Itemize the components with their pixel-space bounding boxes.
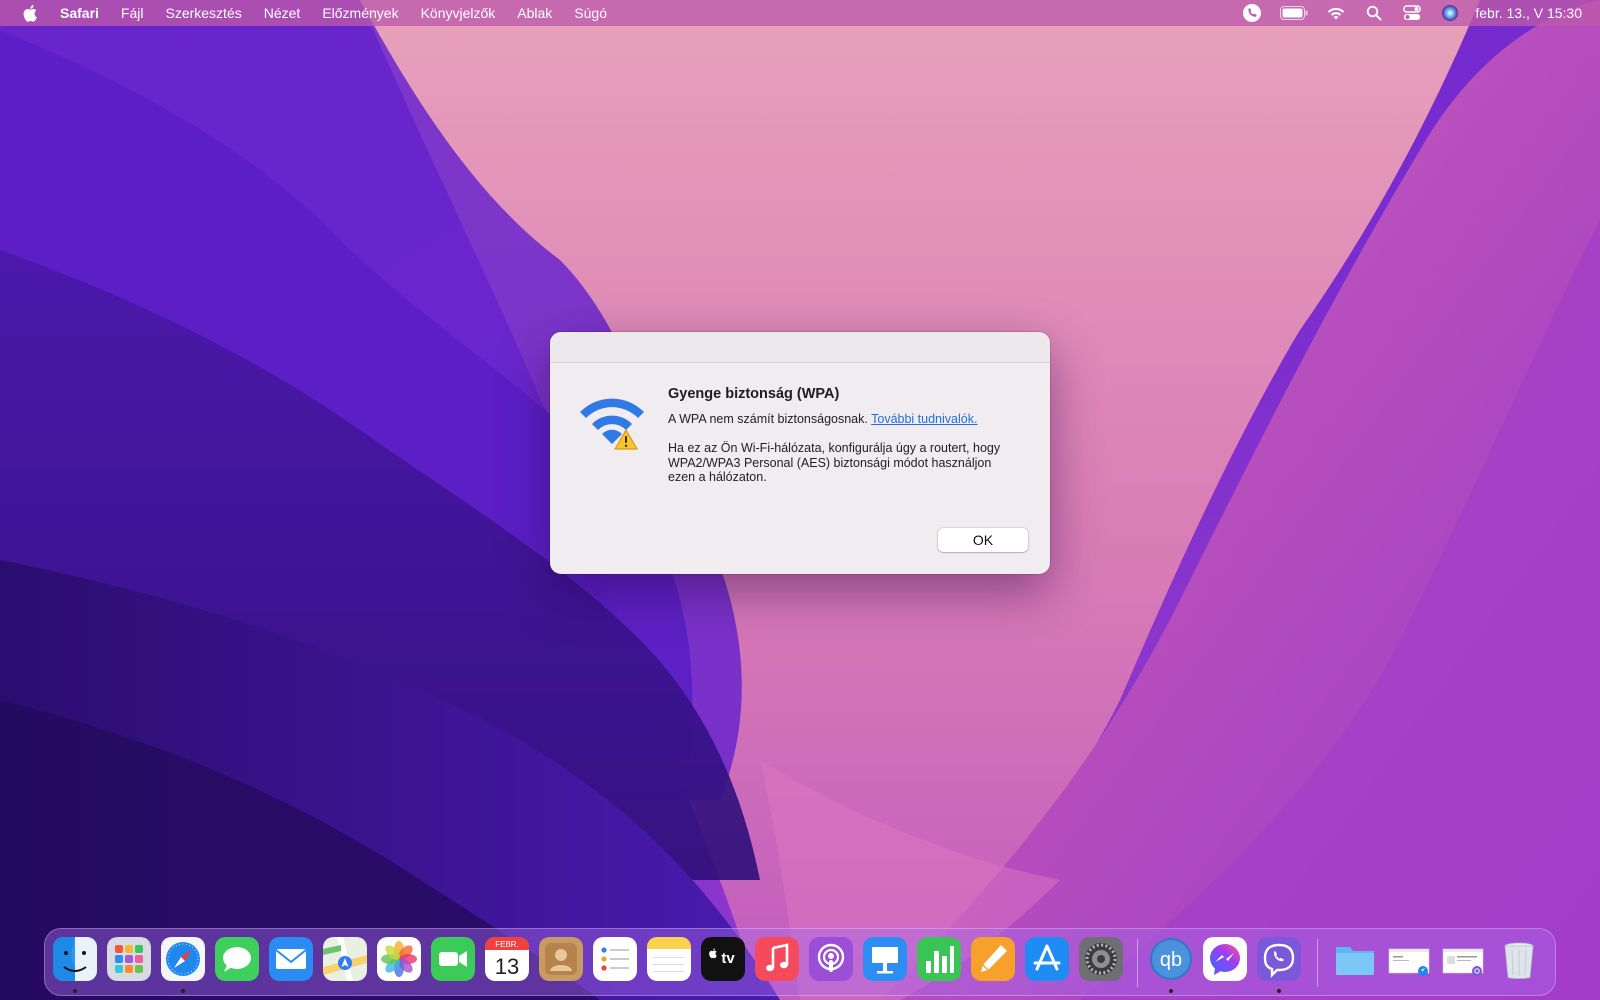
running-indicator bbox=[73, 989, 77, 993]
launchpad-icon[interactable] bbox=[107, 937, 151, 981]
menu-bar-clock[interactable]: febr. 13., V 15:30 bbox=[1475, 5, 1582, 21]
calendar-month: FEBR. bbox=[495, 940, 519, 949]
apple-tv-label: tv bbox=[721, 950, 735, 967]
ok-button[interactable]: OK bbox=[938, 528, 1028, 552]
keynote-icon[interactable] bbox=[863, 937, 907, 981]
wifi-warning-icon bbox=[576, 390, 652, 454]
search-icon[interactable] bbox=[1363, 3, 1385, 23]
contacts-icon[interactable] bbox=[539, 937, 583, 981]
apple-tv-icon[interactable]: tv bbox=[701, 937, 745, 981]
battery-icon[interactable] bbox=[1279, 3, 1309, 23]
running-indicator bbox=[181, 989, 185, 993]
viber-icon[interactable] bbox=[1257, 937, 1301, 981]
status-area: febr. 13., V 15:30 bbox=[1225, 0, 1582, 26]
calendar-icon[interactable]: FEBR. 13 bbox=[485, 937, 529, 981]
dialog-message-line: A WPA nem számít biztonságosnak. További… bbox=[668, 412, 1028, 427]
messages-icon[interactable] bbox=[215, 937, 259, 981]
menu-history[interactable]: Előzmények bbox=[322, 5, 398, 21]
pages-icon[interactable] bbox=[971, 937, 1015, 981]
dialog-detail-line: ezen a hálózaton. bbox=[668, 470, 767, 484]
dock: FEBR. 13 tv qb bbox=[44, 928, 1556, 996]
system-preferences-icon[interactable] bbox=[1079, 937, 1123, 981]
podcasts-icon[interactable] bbox=[809, 937, 853, 981]
dialog-title: Gyenge biztonság (WPA) bbox=[668, 386, 840, 402]
facetime-icon[interactable] bbox=[431, 937, 475, 981]
menu-bar: Safari Fájl Szerkesztés Nézet Előzmények… bbox=[0, 0, 1600, 26]
photos-icon[interactable] bbox=[377, 937, 421, 981]
menu-app-name[interactable]: Safari bbox=[60, 5, 99, 21]
dock-separator bbox=[1137, 939, 1138, 987]
siri-icon[interactable] bbox=[1439, 3, 1461, 23]
menu-view[interactable]: Nézet bbox=[264, 5, 301, 21]
menu-bookmarks[interactable]: Könyvjelzők bbox=[421, 5, 496, 21]
app-store-icon[interactable] bbox=[1025, 937, 1069, 981]
mail-icon[interactable] bbox=[269, 937, 313, 981]
dialog-content: Gyenge biztonság (WPA) A WPA nem számít … bbox=[668, 386, 1028, 485]
maps-icon[interactable] bbox=[323, 937, 367, 981]
menu-edit[interactable]: Szerkesztés bbox=[165, 5, 241, 21]
control-center-icon[interactable] bbox=[1401, 3, 1423, 23]
downloads-folder-icon[interactable] bbox=[1333, 937, 1377, 981]
notes-icon[interactable] bbox=[647, 937, 691, 981]
learn-more-link[interactable]: További tudnivalók. bbox=[871, 412, 977, 426]
dock-separator bbox=[1317, 939, 1318, 987]
finder-icon[interactable] bbox=[53, 937, 97, 981]
minimized-window-icon[interactable] bbox=[1387, 937, 1431, 981]
menu-window[interactable]: Ablak bbox=[517, 5, 552, 21]
calendar-day: 13 bbox=[495, 954, 519, 979]
dialog-detail: Ha ez az Ön Wi-Fi-hálózata, konfigurálja… bbox=[668, 441, 1028, 485]
dialog-detail-line: Ha ez az Ön Wi-Fi-hálózata, konfigurálja… bbox=[668, 441, 1001, 455]
running-indicator bbox=[1169, 989, 1173, 993]
reminders-icon[interactable] bbox=[593, 937, 637, 981]
qbittorrent-label: qb bbox=[1160, 949, 1182, 971]
music-icon[interactable] bbox=[755, 937, 799, 981]
weak-security-alert: Gyenge biztonság (WPA) A WPA nem számít … bbox=[550, 332, 1050, 574]
dialog-titlebar[interactable] bbox=[550, 332, 1050, 363]
trash-icon[interactable] bbox=[1497, 937, 1541, 981]
viber-icon[interactable] bbox=[1241, 3, 1263, 23]
menu-file[interactable]: Fájl bbox=[121, 5, 144, 21]
qbittorrent-icon[interactable]: qb bbox=[1149, 937, 1193, 981]
apple-icon[interactable] bbox=[18, 0, 44, 26]
dialog-message: A WPA nem számít biztonságosnak. bbox=[668, 412, 868, 426]
menu-help[interactable]: Súgó bbox=[574, 5, 607, 21]
numbers-icon[interactable] bbox=[917, 937, 961, 981]
safari-icon[interactable] bbox=[161, 937, 205, 981]
wifi-icon[interactable] bbox=[1325, 3, 1347, 23]
running-indicator bbox=[1277, 989, 1281, 993]
messenger-icon[interactable] bbox=[1203, 937, 1247, 981]
minimized-window-icon[interactable] bbox=[1441, 937, 1485, 981]
dialog-detail-line: WPA2/WPA3 Personal (AES) biztonsági módo… bbox=[668, 455, 992, 470]
